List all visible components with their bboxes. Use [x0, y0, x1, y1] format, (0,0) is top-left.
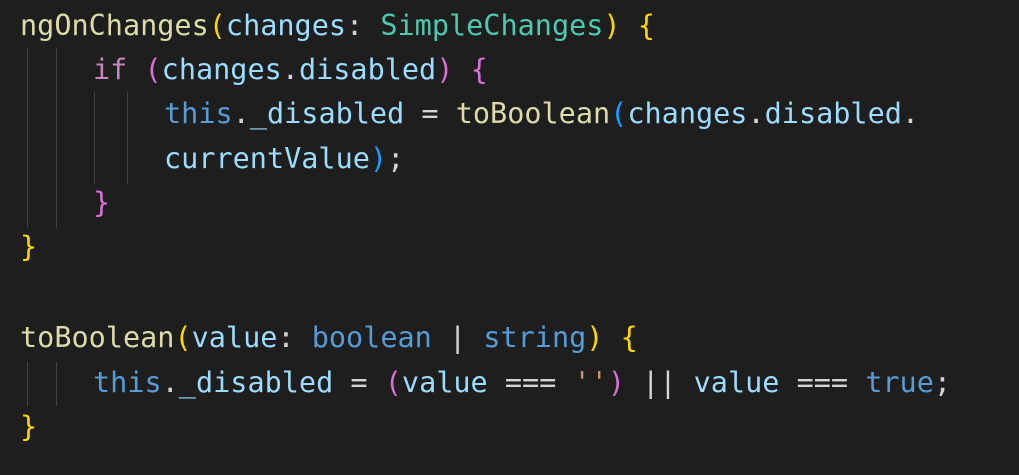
variable: changes	[627, 97, 748, 130]
operator: ===	[779, 366, 866, 399]
punctuation: .	[161, 366, 179, 399]
string-literal: ''	[573, 366, 608, 399]
bracket: }	[20, 230, 38, 263]
code-line[interactable]: if (changes.disabled) {	[93, 48, 488, 92]
bracket: (	[144, 53, 162, 86]
code-line[interactable]: currentValue);	[164, 137, 404, 181]
operator: ||	[625, 366, 694, 399]
bracket: )	[586, 321, 604, 354]
keyword-this: this	[164, 97, 233, 130]
punctuation: .	[281, 53, 299, 86]
operator: |	[431, 321, 484, 354]
indent-guide	[27, 362, 28, 406]
operator: =	[404, 97, 456, 130]
parameter: value	[191, 321, 278, 354]
punctuation: ;	[387, 142, 405, 175]
bracket: {	[620, 321, 638, 354]
bracket: )	[607, 366, 625, 399]
punctuation: .	[232, 97, 250, 130]
property: _disabled	[178, 366, 334, 399]
bracket: {	[470, 53, 488, 86]
code-line[interactable]: ngOnChanges(changes: SimpleChanges) {	[20, 4, 655, 48]
code-editor[interactable]: ngOnChanges(changes: SimpleChanges) { if…	[0, 0, 1019, 475]
bracket: (	[610, 97, 628, 130]
type-name: SimpleChanges	[380, 9, 604, 42]
indent-guide	[56, 362, 57, 406]
operator: ===	[487, 366, 574, 399]
bracket: (	[174, 321, 192, 354]
variable: value	[693, 366, 780, 399]
keyword-this: this	[93, 366, 162, 399]
bracket: )	[436, 53, 454, 86]
parameter: changes	[225, 9, 347, 42]
property: _disabled	[249, 97, 405, 130]
indent-guide	[27, 48, 28, 228]
type-name: boolean	[311, 321, 432, 354]
punctuation: :	[346, 9, 381, 42]
code-line[interactable]: this._disabled = (value === '') || value…	[93, 361, 951, 405]
variable: changes	[161, 53, 282, 86]
bracket: )	[603, 9, 621, 42]
indent-guide	[56, 48, 57, 228]
property: disabled	[298, 53, 437, 86]
code-line[interactable]: this._disabled = toBoolean(changes.disab…	[164, 92, 919, 136]
bracket: )	[369, 142, 388, 175]
type-name: string	[483, 321, 587, 354]
bracket: }	[93, 186, 111, 219]
indent-guide	[127, 92, 128, 184]
code-line[interactable]: }	[20, 225, 37, 269]
bracket: (	[384, 366, 402, 399]
function-name: toBoolean	[455, 97, 611, 130]
property: disabled	[764, 97, 902, 130]
boolean-literal: true	[865, 366, 934, 399]
code-line[interactable]: }	[93, 181, 110, 225]
code-line[interactable]: toBoolean(value: boolean | string) {	[20, 316, 638, 360]
operator: =	[333, 366, 385, 399]
property: currentValue	[164, 142, 370, 175]
variable: value	[401, 366, 488, 399]
bracket: }	[20, 410, 38, 443]
function-name: toBoolean	[20, 321, 175, 354]
punctuation: :	[277, 321, 312, 354]
punctuation: .	[901, 97, 920, 130]
bracket: {	[637, 9, 655, 42]
code-line[interactable]: }	[20, 405, 37, 449]
function-name: ngOnChanges	[20, 9, 209, 42]
indent-guide	[94, 92, 95, 184]
keyword: if	[93, 53, 128, 86]
punctuation: ;	[933, 366, 952, 399]
bracket: (	[208, 9, 226, 42]
punctuation: .	[747, 97, 765, 130]
